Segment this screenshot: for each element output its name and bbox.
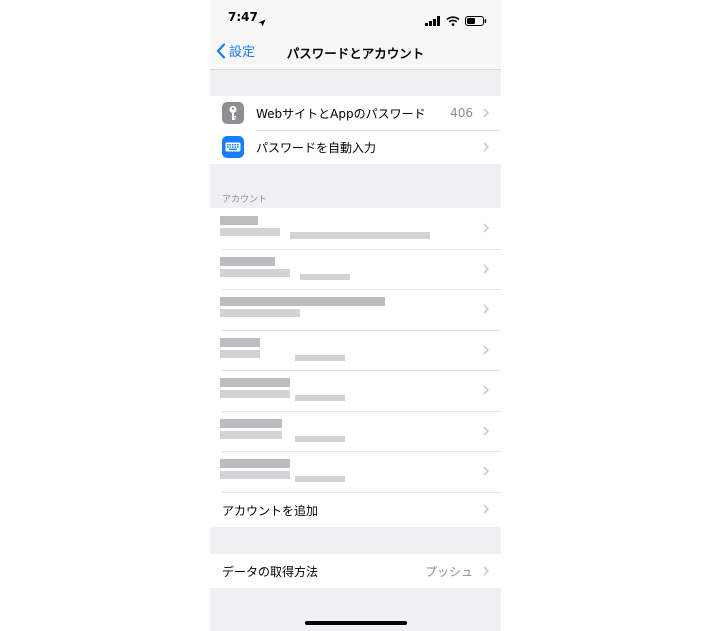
phone-screen: 7:47 設定 パスワードとアカウント WebサイトとAppのパスワード 406… <box>210 0 501 631</box>
add-account-row[interactable]: アカウントを追加 <box>210 491 501 527</box>
fetch-new-data-value: プッシュ <box>424 564 473 579</box>
chevron-right-icon <box>483 466 489 476</box>
chevron-right-icon <box>483 425 489 436</box>
autofill-passwords-row[interactable]: パスワードを自動入力 <box>210 130 501 164</box>
fetch-new-data-label: データの取得方法 <box>222 564 319 579</box>
chevron-right-icon <box>483 503 489 514</box>
account-row[interactable] <box>210 208 501 249</box>
accounts-group: アカウントを追加 <box>210 208 501 527</box>
location-arrow-icon <box>258 12 266 31</box>
battery-icon <box>465 11 487 30</box>
chevron-right-icon <box>483 566 489 576</box>
account-row[interactable] <box>210 248 501 290</box>
passwords-group: WebサイトとAppのパスワード 406 パスワードを自動入力 <box>210 96 501 164</box>
account-row[interactable] <box>210 329 501 371</box>
accounts-section-header: アカウント <box>222 195 268 205</box>
chevron-right-icon <box>483 108 489 118</box>
home-indicator[interactable] <box>305 621 407 625</box>
fetch-group: データの取得方法 プッシュ <box>210 554 501 588</box>
chevron-right-icon <box>483 263 489 274</box>
key-icon <box>222 102 244 124</box>
websites-apps-passwords-label: WebサイトとAppのパスワード <box>256 106 426 121</box>
fetch-new-data-row[interactable]: データの取得方法 プッシュ <box>210 554 501 588</box>
status-bar: 7:47 <box>210 0 501 34</box>
chevron-right-icon <box>483 385 489 395</box>
password-count: 406 <box>450 106 473 120</box>
status-time: 7:47 <box>228 10 258 24</box>
page-title: パスワードとアカウント <box>286 46 425 61</box>
signal-icon <box>425 11 441 30</box>
wifi-icon <box>446 11 460 30</box>
chevron-right-icon <box>483 223 489 233</box>
chevron-right-icon <box>483 344 489 355</box>
account-row[interactable] <box>210 370 501 411</box>
websites-apps-passwords-row[interactable]: WebサイトとAppのパスワード 406 <box>210 96 501 130</box>
chevron-right-icon <box>483 304 489 314</box>
autofill-passwords-label: パスワードを自動入力 <box>256 140 377 155</box>
account-row[interactable] <box>210 451 501 492</box>
account-row[interactable] <box>210 410 501 452</box>
navigation-bar: 設定 パスワードとアカウント <box>210 34 501 70</box>
add-account-label: アカウントを追加 <box>222 503 319 518</box>
account-row[interactable] <box>210 289 501 330</box>
chevron-right-icon <box>483 142 489 152</box>
keyboard-icon <box>222 136 244 158</box>
